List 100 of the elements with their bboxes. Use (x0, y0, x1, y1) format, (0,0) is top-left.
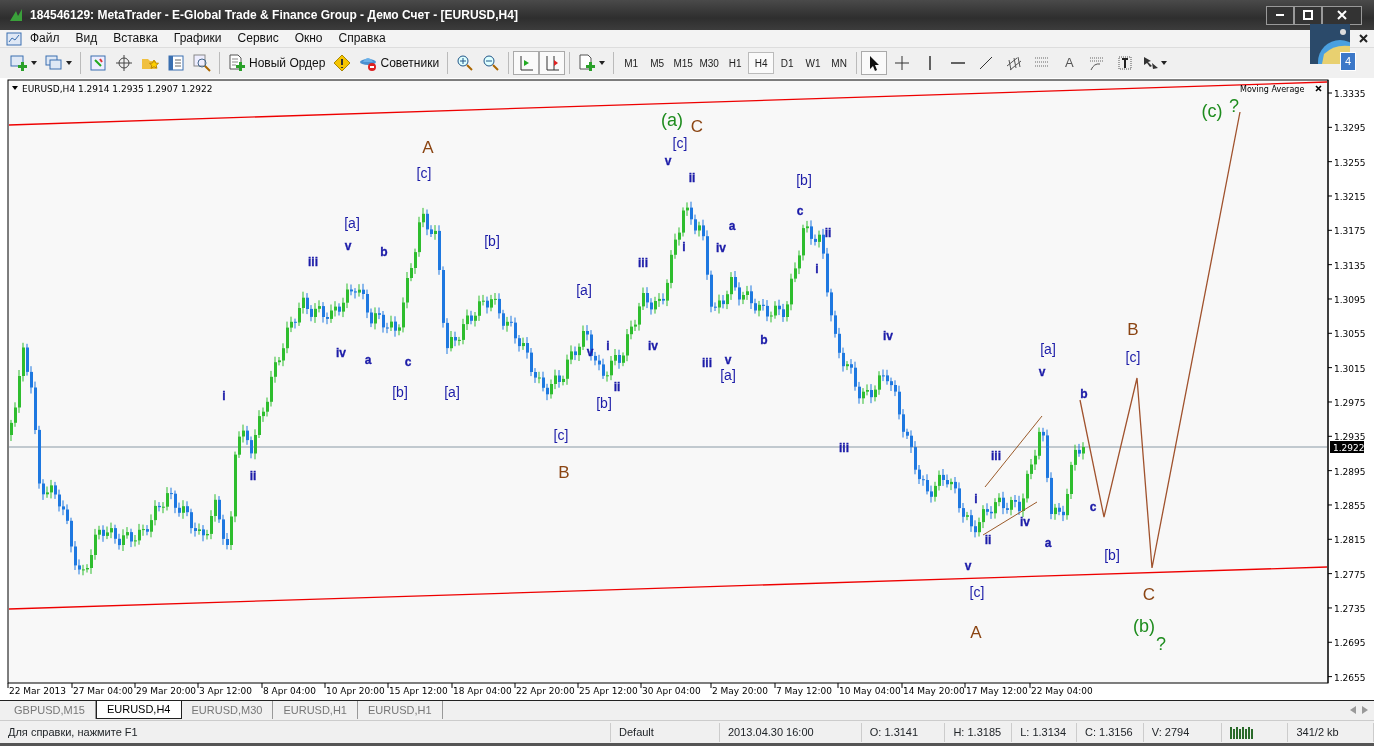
price-label: 1.3335 (1334, 89, 1366, 99)
close-button[interactable] (1322, 5, 1362, 25)
drawing-tool-button[interactable] (861, 51, 888, 75)
wave-label: [c] (969, 584, 985, 601)
menu-item[interactable]: Вставка (105, 30, 166, 47)
time-label: 30 Apr 04:00 (642, 686, 701, 696)
minimize-button[interactable] (1266, 5, 1294, 25)
wave-label: iii (638, 255, 648, 270)
zoom-in-icon (456, 54, 475, 72)
scroll-right-icon[interactable] (1362, 706, 1368, 714)
wave-label: (b) (1133, 616, 1155, 637)
wave-label: ii (613, 379, 621, 394)
status-text: Для справки, нажмите F1 (0, 722, 611, 742)
wave-label: b (760, 332, 768, 347)
chart-plus-icon (10, 54, 28, 72)
chart-tab[interactable]: GBPUSD,M15 (4, 701, 96, 719)
time-label: 10 May 04:00 (839, 686, 901, 696)
wave-label: iv (716, 240, 726, 255)
wave-label: C (1142, 585, 1156, 605)
dropdown-icon[interactable] (12, 86, 18, 90)
chart-tab[interactable]: EURUSD,H4 (95, 701, 182, 719)
status-text: 2013.04.30 16:00 (720, 722, 862, 742)
current-price-label: 1.2922 (1333, 443, 1365, 453)
price-label: 1.3295 (1334, 123, 1366, 134)
price-label: 1.3015 (1334, 363, 1366, 374)
price-label: 1.2695 (1334, 638, 1366, 649)
autoscroll-button[interactable] (513, 51, 540, 75)
magnifier-chart-icon (193, 54, 211, 72)
timeframe-button[interactable]: M15 (670, 52, 697, 74)
wave-label: [a] (444, 384, 460, 401)
timeframe-button[interactable]: M1 (618, 52, 645, 74)
template-plus-icon (578, 54, 597, 72)
chart-tab[interactable]: EURUSD,H1 (358, 701, 443, 719)
status-text: L: 1.3134 (1012, 722, 1077, 742)
market-watch-icon (89, 54, 107, 72)
status-text: H: 1.3185 (945, 722, 1013, 742)
text-tool-button[interactable]: A (1057, 51, 1082, 75)
maximize-button[interactable] (1294, 5, 1322, 25)
app-logo-icon (8, 7, 24, 23)
chart-shift-button[interactable] (539, 51, 566, 75)
wave-label: B (558, 463, 570, 483)
wave-label: a (1044, 535, 1052, 550)
timeframe-button[interactable]: M5 (644, 52, 671, 74)
wave-label: iv (1020, 514, 1030, 529)
time-label: 15 Apr 12:00 (389, 686, 448, 696)
time-label: 22 Apr 20:00 (516, 686, 575, 696)
status-text: V: 2794 (1143, 722, 1222, 742)
timeframe-button[interactable]: M30 (696, 52, 723, 74)
price-label: 1.2895 (1334, 466, 1366, 477)
wave-label: v (964, 558, 972, 573)
timeframe-button[interactable]: H1 (722, 52, 749, 74)
caret-icon (599, 61, 606, 65)
price-label: 1.3215 (1334, 192, 1366, 202)
price-label: 1.3175 (1334, 226, 1366, 237)
scroll-left-icon[interactable] (1350, 706, 1356, 714)
wave-label: ii (824, 225, 832, 240)
wave-label: iii (839, 440, 849, 455)
menu-item[interactable]: Графики (165, 30, 230, 47)
close-chart-button[interactable] (1359, 34, 1368, 43)
status-text: 341/2 kb (1288, 722, 1374, 742)
wave-label: c (404, 354, 412, 369)
text-label-icon (1115, 54, 1134, 72)
menu-item[interactable]: Справка (330, 30, 394, 47)
time-label: 27 Mar 04:00 (73, 686, 134, 696)
wave-label: [c] (1125, 349, 1141, 366)
document-plus-icon (228, 54, 246, 72)
chart-tab[interactable]: EURUSD,H1 (273, 701, 358, 719)
indicator-label: Moving Average (1240, 85, 1305, 94)
wave-label: [a] (344, 215, 360, 232)
new-order-button[interactable]: Новый Ордер (224, 51, 330, 75)
wave-label: (c) (1201, 101, 1223, 122)
chart-tab[interactable]: EURUSD,M30 (181, 701, 274, 719)
menu-item[interactable]: Сервис (229, 30, 287, 47)
wave-label: iv (648, 338, 658, 353)
timeframe-button[interactable]: H4 (748, 52, 775, 74)
wave-label: [b] (392, 384, 408, 401)
crosshair-icon (893, 54, 912, 72)
timeframe-button[interactable]: D1 (774, 52, 801, 74)
wave-label: b (1080, 386, 1088, 401)
arrows-icon (1143, 57, 1158, 69)
caret-icon (31, 61, 37, 65)
wave-label: v (724, 352, 732, 367)
time-label: 3 Apr 12:00 (199, 686, 252, 696)
menu-item[interactable]: Вид (67, 30, 106, 47)
wave-label: i (974, 491, 978, 506)
warning-icon (333, 54, 352, 72)
timeframe-button[interactable]: MN (826, 52, 853, 74)
crosshair-icon (115, 54, 133, 72)
time-label: 10 Apr 20:00 (326, 686, 385, 696)
experts-button[interactable]: Советники (355, 51, 444, 75)
caret-icon (66, 61, 72, 65)
menu-item[interactable]: Файл (22, 30, 68, 47)
menu-item[interactable]: Окно (286, 30, 331, 47)
timeframe-button[interactable]: W1 (800, 52, 827, 74)
wave-label: i (682, 239, 686, 254)
close-icon[interactable] (1315, 85, 1322, 92)
wave-label: C (690, 117, 704, 137)
time-label: 25 Apr 12:00 (579, 686, 638, 696)
wave-label: iii (702, 355, 712, 370)
wave-label: c (1089, 499, 1097, 514)
